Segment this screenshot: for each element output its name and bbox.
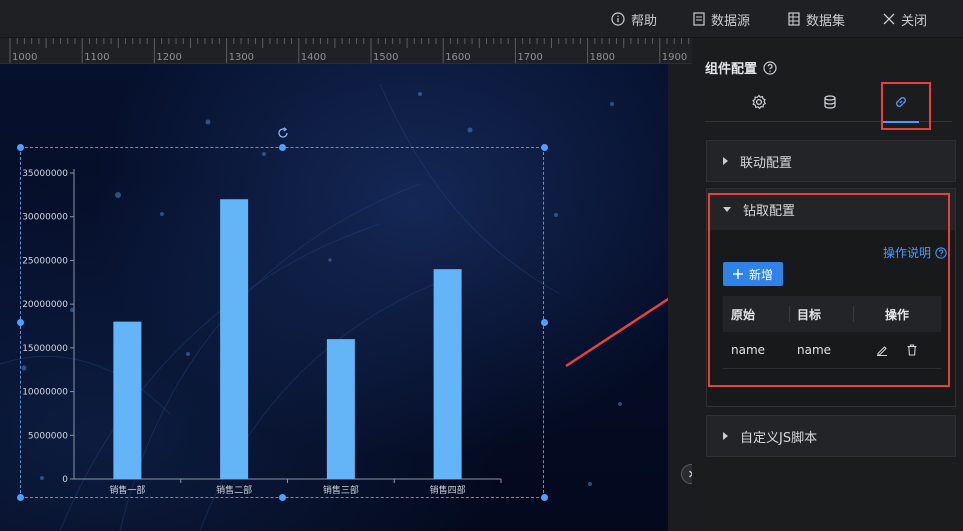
ruler-tick-label: 1400	[301, 52, 326, 63]
top-toolbar: 帮助 数据源 数据集 关闭	[0, 0, 963, 38]
close-icon	[883, 13, 895, 25]
component-config-panel: 组件配置 联动配置 钻取配置 操作说明 新增 原始 目标 操作 name nam…	[692, 38, 963, 531]
design-canvas[interactable]: 0 5000000 10000000 15000000 20000000 25000000…	[0, 64, 668, 531]
ruler-tick-label: 1700	[517, 52, 542, 63]
ruler-tick-label: 1900	[662, 52, 687, 63]
custom-js-title: 自定义JS脚本	[740, 430, 818, 446]
dataset-label: 数据集	[806, 13, 846, 29]
ruler-tick-label: 1500	[373, 52, 398, 63]
ruler-tick-label: 1000	[12, 52, 37, 63]
help-button[interactable]: 帮助	[611, 0, 657, 38]
panel-title: 组件配置	[705, 58, 777, 77]
linkage-config-header[interactable]: 联动配置	[707, 141, 955, 181]
question-circle-icon[interactable]	[763, 60, 777, 75]
caret-right-icon	[723, 432, 728, 440]
list-doc-icon	[693, 12, 705, 26]
help-label: 帮助	[631, 13, 658, 29]
dataset-button[interactable]: 数据集	[788, 0, 845, 38]
gear-icon	[752, 94, 767, 110]
custom-js-section[interactable]: 自定义JS脚本	[706, 415, 956, 457]
close-label: 关闭	[901, 13, 928, 29]
info-circle-icon	[611, 12, 625, 26]
linkage-config-section[interactable]: 联动配置	[706, 140, 956, 182]
panel-title-text: 组件配置	[705, 62, 758, 77]
table-doc-icon	[788, 12, 800, 26]
ruler-tick-label: 1100	[84, 52, 109, 63]
tab-highlight-box	[881, 82, 931, 130]
ruler-tick-label: 1600	[445, 52, 470, 63]
database-icon	[824, 95, 836, 109]
tab-style[interactable]	[739, 82, 779, 122]
canvas-scroll-strip	[668, 64, 692, 531]
datasource-button[interactable]: 数据源	[693, 0, 750, 38]
custom-js-header[interactable]: 自定义JS脚本	[707, 416, 955, 456]
ruler-tick-label: 1200	[156, 52, 181, 63]
ruler-tick-label: 1300	[229, 52, 254, 63]
linkage-config-title: 联动配置	[740, 155, 793, 171]
datasource-label: 数据源	[711, 13, 751, 29]
drill-highlight-box	[708, 193, 950, 387]
horizontal-ruler[interactable]: 1000 1100 1200 1300 1400 1500 1600 1700 1800 1900	[0, 38, 692, 64]
caret-right-icon	[723, 157, 728, 165]
close-button[interactable]: 关闭	[883, 0, 927, 38]
ruler-tick-label: 1800	[590, 52, 615, 63]
tab-data[interactable]	[810, 82, 850, 122]
annotation-arrow	[565, 297, 668, 368]
